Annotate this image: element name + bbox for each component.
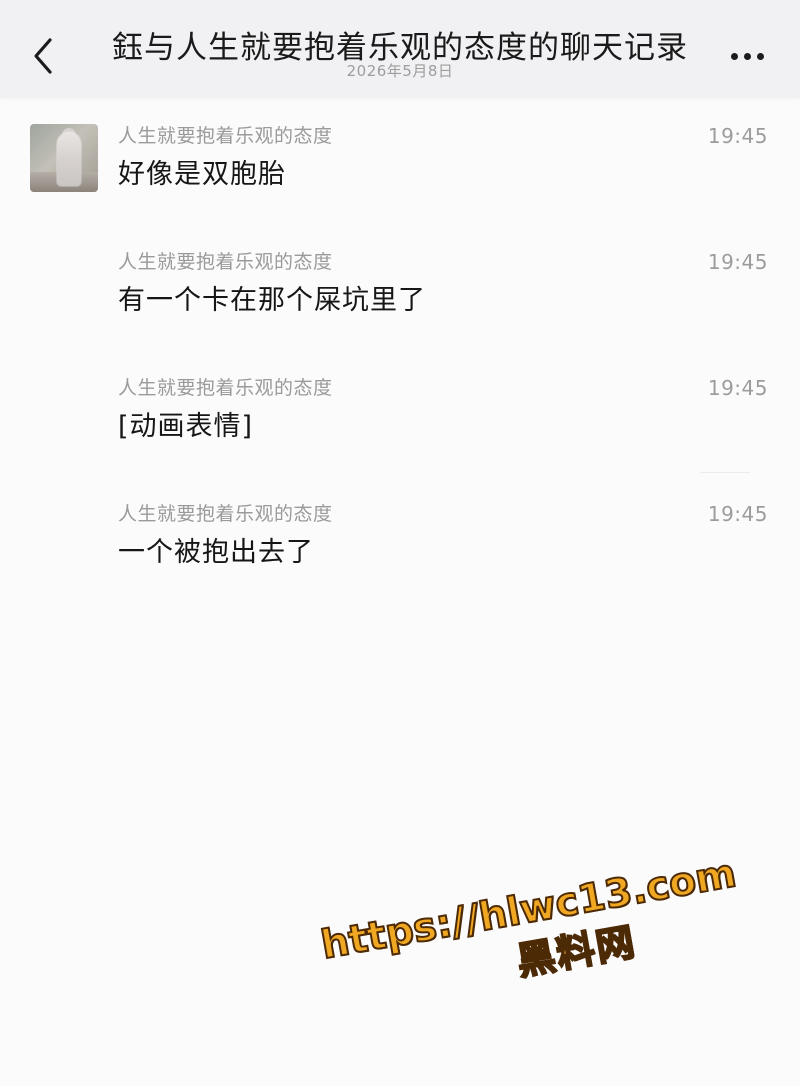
message-item[interactable]: 人生就要抱着乐观的态度 19:45 有一个卡在那个屎坑里了 (118, 250, 768, 340)
message-item[interactable]: 人生就要抱着乐观的态度 19:45 好像是双胞胎 (118, 124, 768, 214)
avatar-person (57, 132, 81, 186)
chevron-left-icon (34, 38, 52, 74)
message-time: 19:45 (707, 502, 768, 526)
message-sender: 人生就要抱着乐观的态度 (118, 125, 333, 147)
more-dots-icon (730, 52, 738, 60)
more-options-button[interactable] (724, 40, 770, 72)
more-dots-icon (756, 52, 764, 60)
message-text: 一个被抱出去了 (118, 537, 314, 568)
watermark: https://hlwc13.com 黑料网 (317, 845, 787, 1015)
message-text: 有一个卡在那个屎坑里了 (118, 285, 426, 316)
message-sender: 人生就要抱着乐观的态度 (118, 503, 333, 525)
message-sender: 人生就要抱着乐观的态度 (118, 377, 333, 399)
message-item[interactable]: 人生就要抱着乐观的态度 19:45 一个被抱出去了 (118, 502, 768, 592)
message-time: 19:45 (707, 376, 768, 400)
message-item[interactable]: 人生就要抱着乐观的态度 19:45 [动画表情] (118, 376, 768, 466)
more-dots-icon (743, 52, 751, 60)
message-sender: 人生就要抱着乐观的态度 (118, 251, 333, 273)
message-divider (700, 472, 750, 473)
message-text: 好像是双胞胎 (118, 159, 286, 190)
chat-history-header: 鈺与人生就要抱着乐观的态度的聊天记录 2026年5月8日 (0, 0, 800, 98)
back-button[interactable] (28, 34, 58, 78)
chat-date: 2026年5月8日 (346, 62, 454, 80)
message-text: [动画表情] (118, 411, 254, 442)
message-time: 19:45 (707, 124, 768, 148)
message-time: 19:45 (707, 250, 768, 274)
avatar[interactable] (30, 124, 98, 192)
